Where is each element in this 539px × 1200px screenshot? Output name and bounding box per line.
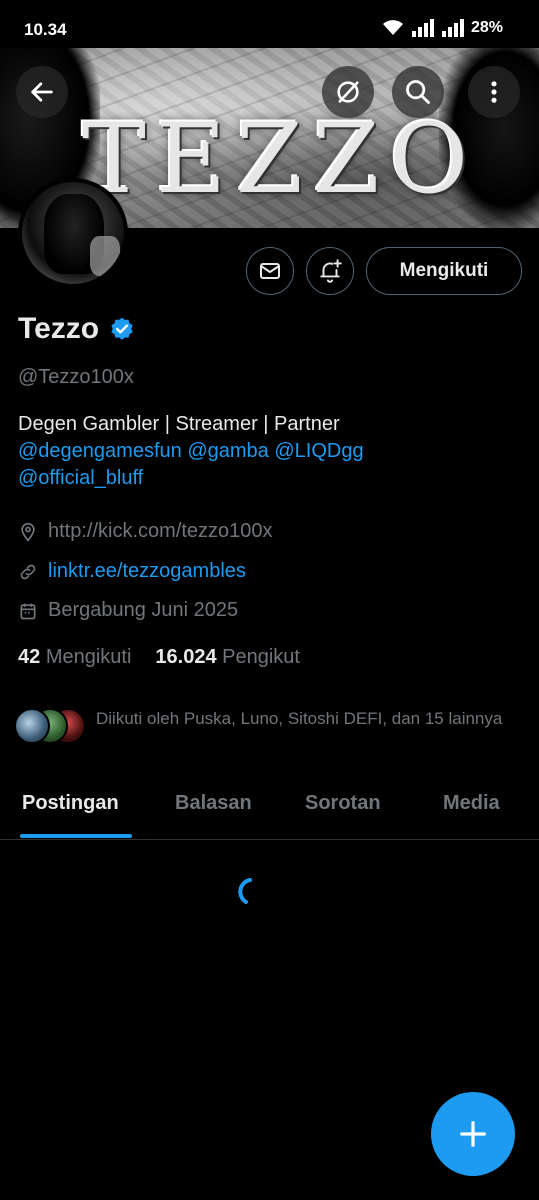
profile-tabs: Postingan Balasan Sorotan Media: [0, 780, 539, 840]
bio-mentions-line: @degengamesfun @gamba @LIQDgg: [18, 438, 518, 465]
tab-highlights[interactable]: Sorotan: [305, 792, 381, 815]
search-icon: [406, 80, 430, 104]
mention-link[interactable]: @gamba: [187, 440, 268, 462]
link-icon: [18, 562, 38, 582]
followers-count: 16.024: [155, 646, 217, 668]
grok-icon: [337, 81, 359, 103]
following-count: 42: [18, 646, 41, 668]
profile-name-row: Tezzo: [18, 312, 135, 346]
profile-stats: 42 Mengikuti 16.024 Pengikut: [18, 646, 300, 669]
status-time: 10.34: [24, 20, 67, 39]
calendar-icon: [18, 601, 38, 621]
profile-website: linktr.ee/tezzogambles: [18, 560, 246, 583]
search-button[interactable]: [392, 66, 444, 118]
avatar[interactable]: [18, 178, 128, 288]
verified-badge-icon[interactable]: [109, 316, 135, 342]
grok-button[interactable]: [322, 66, 374, 118]
avatar: [14, 708, 50, 744]
profile-joined: Bergabung Juni 2025: [18, 599, 238, 622]
compose-button[interactable]: [431, 1092, 515, 1176]
location-pin-icon: [18, 522, 38, 542]
website-link[interactable]: linktr.ee/tezzogambles: [48, 560, 246, 583]
battery-level: 28%: [470, 19, 503, 36]
profile-location: http://kick.com/tezzo100x: [18, 520, 273, 543]
mention-link[interactable]: @official_bluff: [18, 467, 143, 489]
active-tab-indicator: [20, 834, 132, 838]
bio-mentions-line: @official_bluff: [18, 465, 518, 492]
following-stat[interactable]: 42 Mengikuti: [18, 646, 131, 669]
status-icons: 28%: [381, 19, 503, 37]
profile-name: Tezzo: [18, 312, 100, 345]
tab-replies[interactable]: Balasan: [175, 792, 252, 815]
following-button[interactable]: Mengikuti: [366, 247, 522, 295]
tab-media[interactable]: Media: [443, 792, 500, 815]
location-text: http://kick.com/tezzo100x: [48, 520, 273, 542]
mention-link[interactable]: @LIQDgg: [274, 440, 363, 462]
more-options-button[interactable]: [468, 66, 520, 118]
followers-stat[interactable]: 16.024 Pengikut: [155, 646, 300, 669]
followers-label: Pengikut: [222, 646, 300, 668]
status-bar: 10.34 28%: [0, 0, 539, 48]
back-button[interactable]: [16, 66, 68, 118]
profile-handle: @Tezzo100x: [18, 366, 134, 388]
bio-text: Degen Gambler | Streamer | Partner: [18, 413, 340, 435]
signal-icon-2: [441, 19, 464, 37]
followed-by-text: Diikuti oleh Puska, Luno, Sitoshi DEFI, …: [96, 709, 503, 728]
bell-plus-icon: [320, 259, 342, 283]
loading-spinner-icon: [238, 878, 252, 904]
message-button[interactable]: [246, 247, 294, 295]
plus-icon: [460, 1121, 486, 1147]
followed-by[interactable]: Diikuti oleh Puska, Luno, Sitoshi DEFI, …: [14, 706, 516, 744]
envelope-icon: [260, 263, 280, 279]
mention-link[interactable]: @degengamesfun: [18, 440, 182, 462]
profile-bio: Degen Gambler | Streamer | Partner @dege…: [18, 411, 518, 492]
joined-text: Bergabung Juni 2025: [48, 599, 239, 621]
notification-button[interactable]: [306, 247, 354, 295]
signal-icon: [411, 19, 434, 37]
more-vertical-icon: [491, 81, 497, 103]
tab-posts[interactable]: Postingan: [22, 792, 119, 815]
arrow-left-icon: [31, 82, 53, 102]
wifi-icon: [382, 20, 403, 35]
following-label: Mengikuti: [45, 646, 132, 668]
followed-by-avatars: [14, 706, 86, 744]
